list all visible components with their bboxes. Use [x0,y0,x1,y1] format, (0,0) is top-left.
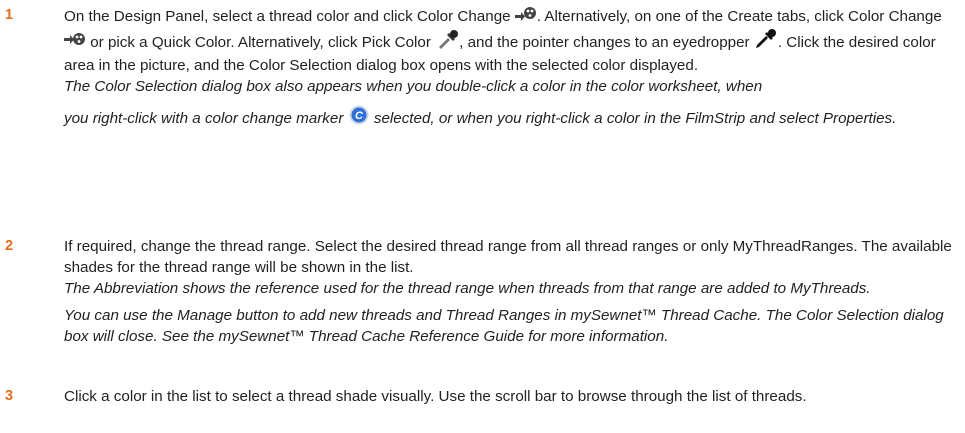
marker-letter: C [355,110,364,122]
instruction-text: . Alternatively, on one of the Create ta… [536,8,942,25]
pick-color-eyedropper-icon [435,29,459,55]
step-body: Click a color in the list to select a th… [64,386,964,407]
color-change-icon [64,31,86,55]
note-text: selected, or when you right-click a colo… [369,110,897,127]
color-change-icon [514,5,537,29]
step-instruction: If required, change the thread range. Se… [64,238,952,276]
step-instruction: Click a color in the list to select a th… [64,388,807,405]
instruction-text: On the Design Panel, select a thread col… [64,8,511,25]
note-text: you right-click with a color change mark… [64,110,344,127]
step-instruction: On the Design Panel, select a thread col… [64,5,964,76]
step-body: If required, change the thread range. Se… [64,236,964,347]
step-note: you right-click with a color change mark… [64,105,964,131]
instruction-text: or pick a Quick Color. Alternatively, cl… [86,34,431,51]
note-text: The Color Selection dialog box also appe… [64,78,763,95]
instruction-text: , and the pointer changes to an eyedropp… [459,34,750,51]
step-note: The Color Selection dialog box also appe… [64,76,964,97]
step-note: The Abbreviation shows the reference use… [64,280,871,297]
step-number: 2 [5,238,14,254]
step-number: 1 [5,7,14,23]
step-number: 3 [5,388,14,404]
step-note: You can use the Manage button to add new… [64,307,944,345]
color-change-marker-icon: C [348,105,370,131]
step-body: On the Design Panel, select a thread col… [64,5,964,131]
eyedropper-pointer-icon [754,29,778,55]
